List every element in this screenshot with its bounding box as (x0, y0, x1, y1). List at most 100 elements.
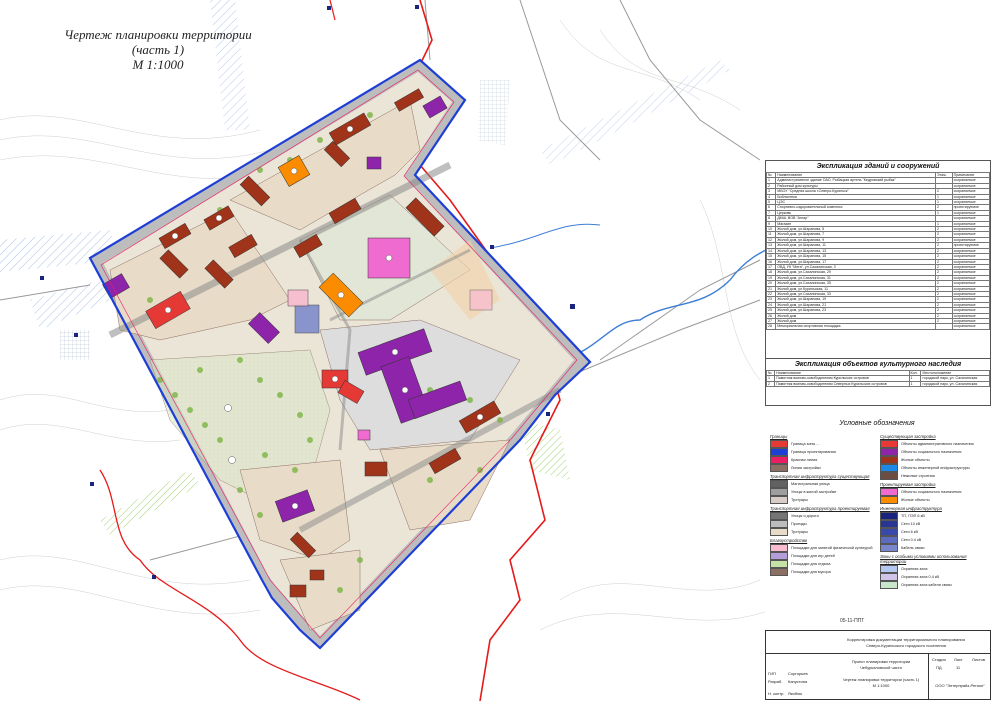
building-social (366, 156, 382, 170)
sheet-value: 11 (956, 665, 961, 670)
buildings-table-title: Экспликация зданий и сооружений (816, 163, 940, 170)
legend-swatch (770, 448, 788, 456)
legend-label: Проезды (791, 521, 807, 526)
legend-swatch (770, 560, 788, 568)
legend-label: Площадки для отдыха (791, 561, 831, 566)
legend-label: Красная линия (791, 457, 818, 462)
legend-item: Объекты социального назначения (880, 488, 986, 496)
stage-value: ПД (936, 665, 942, 670)
legend-label: Улицы в жилой застройке (791, 489, 837, 494)
legend-label: Жилые объекты (901, 457, 930, 462)
legend-title: Условные обозначения (839, 420, 915, 427)
legend-swatch (770, 544, 788, 552)
legend-swatch (770, 480, 788, 488)
legend-item: Жилые объекты (880, 456, 986, 464)
legend-label: ТП, ПЭП 6 кВ (901, 513, 925, 518)
legend-swatch (770, 520, 788, 528)
legend-swatch (770, 496, 788, 504)
legend-item: Охранная зона кабеля связи (880, 581, 986, 589)
legend-swatch (770, 456, 788, 464)
legend-label: Улицы и дороги (791, 513, 819, 518)
legend-heading: Благоустройство (770, 538, 808, 543)
table-cell: Памятник воинам-освободителям Северных К… (774, 380, 910, 388)
building-residential (289, 584, 307, 598)
name-developer: Капустина (788, 679, 808, 684)
project-line1: Корректировка документации территориальн… (847, 637, 965, 642)
legend-swatch (880, 448, 898, 456)
legend-item: Тротуары (770, 528, 876, 536)
legend-item: Границы проектирования (770, 448, 876, 456)
legend-label: Объекты инженерной инфраструктуры (901, 465, 970, 470)
legend-swatch (770, 512, 788, 520)
legend-item: Сети 6 кВ (880, 528, 986, 536)
building-residential (309, 569, 325, 581)
sheet-scale: М 1:1000 (872, 683, 890, 688)
legend-heading: Транспортная инфраструктура существующая (770, 474, 870, 479)
table-cell: 2 (765, 380, 776, 388)
legend-swatch (880, 512, 898, 520)
sheet-label: Лист (954, 657, 963, 662)
legend-label: Линии застройки (791, 465, 821, 470)
buildings-table-panel: Экспликация зданий и сооружений № Наимено… (765, 160, 991, 360)
table-cell (935, 323, 953, 330)
name-gip: Соргорьев (788, 671, 808, 676)
legend-label: Охранная зона кабеля связи (901, 582, 952, 587)
legend-item: Объекты социального назначения (880, 448, 986, 456)
table-cell: 1 (908, 380, 922, 388)
legend-swatch (880, 536, 898, 544)
legend-label: Площадки для занятий физической культуро… (791, 545, 873, 550)
legend-swatch (880, 544, 898, 552)
table-cell: городской парк, ул. Сахалинская (920, 380, 990, 388)
legend-item: Линии застройки (770, 464, 876, 472)
legend-label: Площадки для мусора (791, 569, 831, 574)
legend-item: ТП, ПЭП 6 кВ (880, 512, 986, 520)
table-cell: сохраняемое (951, 323, 991, 330)
legend-item: Красная линия (770, 456, 876, 464)
legend-heading: Инженерная инфраструктура (880, 506, 942, 511)
legend-left-column: Границы Граница зоны ... Границы проектир… (770, 432, 876, 576)
stage-label: Стадия (932, 657, 946, 662)
legend-swatch (880, 464, 898, 472)
legend-label: Охранная зона (901, 566, 928, 571)
legend-swatch (770, 488, 788, 496)
legend-heading: Существующая застройка (880, 434, 936, 439)
table-row: 2 Памятник воинам-освободителям Северных … (765, 380, 990, 388)
legend-label: Нежилые строения (901, 473, 935, 478)
legend-swatch (880, 496, 898, 504)
legend-label: Тротуары (791, 529, 808, 534)
legend-swatch (880, 456, 898, 464)
legend-item: Граница зоны ... (770, 440, 876, 448)
legend-right-column: Существующая застройка Объекты администра… (880, 432, 986, 589)
table-cell: 28 (765, 323, 777, 330)
table-cell: Мемориальная спортивная площадка (775, 323, 937, 330)
legend-label: Площадки для игр детей (791, 553, 835, 558)
legend-item: Улицы в жилой застройке (770, 488, 876, 496)
legend-swatch (880, 565, 898, 573)
building-residential (364, 461, 388, 477)
legend-label: Сети 6 кВ (901, 529, 919, 534)
legend-swatch (770, 464, 788, 472)
legend-label: Сети 10 кВ (901, 521, 921, 526)
legend-item: Сети 10 кВ (880, 520, 986, 528)
legend-item: Площадки для занятий физической культуро… (770, 544, 876, 552)
title-block: Корректировка документации территориальн… (765, 630, 991, 700)
sheet-title-line1: Проект планировки территории (851, 659, 911, 664)
legend-item: Площадки для мусора (770, 568, 876, 576)
legend-item: Проезды (770, 520, 876, 528)
legend-item: Сети 0.4 кВ (880, 536, 986, 544)
heritage-table-panel: Экспликация объектов культурного наследи… (765, 358, 991, 406)
legend-item: Магистральная улица (770, 480, 876, 488)
map-title-line1: Чертеж планировки территории (часть 1) (64, 27, 252, 57)
legend-label: Объекты социального назначения (901, 449, 962, 454)
role-gip: ГИП (768, 671, 776, 676)
legend-label: Кабель связи (901, 545, 925, 550)
sports-ground (294, 304, 320, 334)
legend-label: Объекты социального назначения (901, 489, 962, 494)
sheet-name: Чертеж планировки территории (часть 1) (842, 677, 920, 682)
legend-item: Площадки для отдыха (770, 560, 876, 568)
legend-item: Нежилые строения (880, 472, 986, 480)
role-developer: Разраб. (768, 679, 783, 684)
map-scale: М 1:1000 (132, 57, 184, 72)
legend-heading: Проектируемая застройка (880, 482, 936, 487)
legend-swatch (770, 568, 788, 576)
